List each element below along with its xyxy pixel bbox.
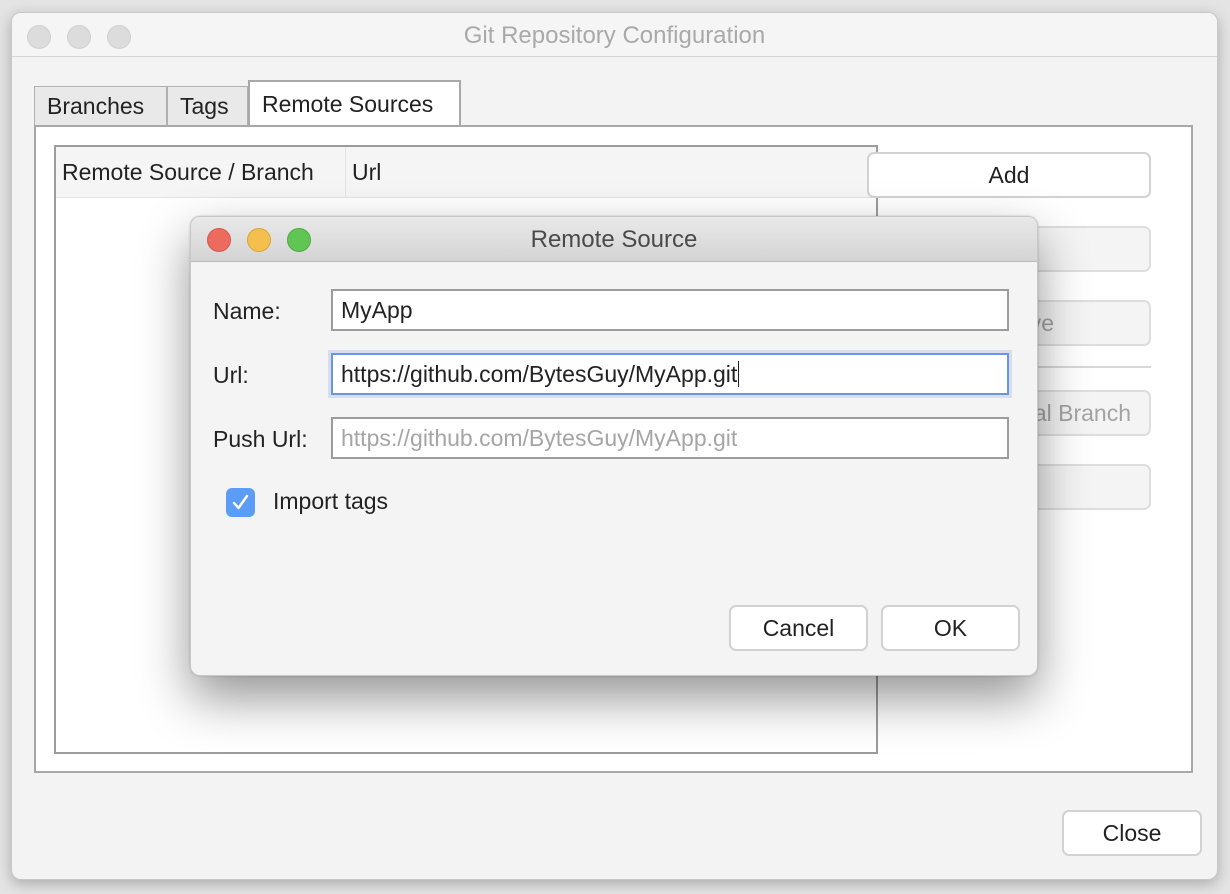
tab-remote-sources[interactable]: Remote Sources [248,80,461,126]
tab-tags[interactable]: Tags [167,86,248,126]
import-tags-label[interactable]: Import tags [273,488,388,515]
dialog-titlebar[interactable]: Remote Source [191,217,1037,262]
table-header: Remote Source / Branch Url [56,147,876,198]
column-header-url[interactable]: Url [346,147,876,197]
text-caret [738,361,740,387]
checkmark-icon [232,494,249,510]
push-url-placeholder: https://github.com/BytesGuy/MyApp.git [341,425,738,451]
push-url-label: Push Url: [213,426,308,452]
ok-button[interactable]: OK [881,605,1020,651]
url-label: Url: [213,362,249,388]
close-button[interactable]: Close [1062,810,1202,856]
window-titlebar[interactable]: Git Repository Configuration [12,13,1217,57]
push-url-input[interactable]: https://github.com/BytesGuy/MyApp.git [331,417,1009,459]
url-input[interactable]: https://github.com/BytesGuy/MyApp.git [331,353,1009,395]
window-title: Git Repository Configuration [463,22,766,49]
add-button[interactable]: Add [867,152,1151,198]
column-header-remote-source-branch[interactable]: Remote Source / Branch [56,147,346,197]
name-label: Name: [213,298,281,324]
tab-branches[interactable]: Branches [34,86,167,126]
import-tags-checkbox[interactable] [226,488,255,517]
remote-source-dialog: Remote Source Name: MyApp Url: https://g… [190,216,1038,676]
dialog-title: Remote Source [530,226,698,253]
name-input[interactable]: MyApp [331,289,1009,331]
url-input-value: https://github.com/BytesGuy/MyApp.git [341,361,738,387]
cancel-button[interactable]: Cancel [729,605,868,651]
name-input-value: MyApp [341,297,413,323]
